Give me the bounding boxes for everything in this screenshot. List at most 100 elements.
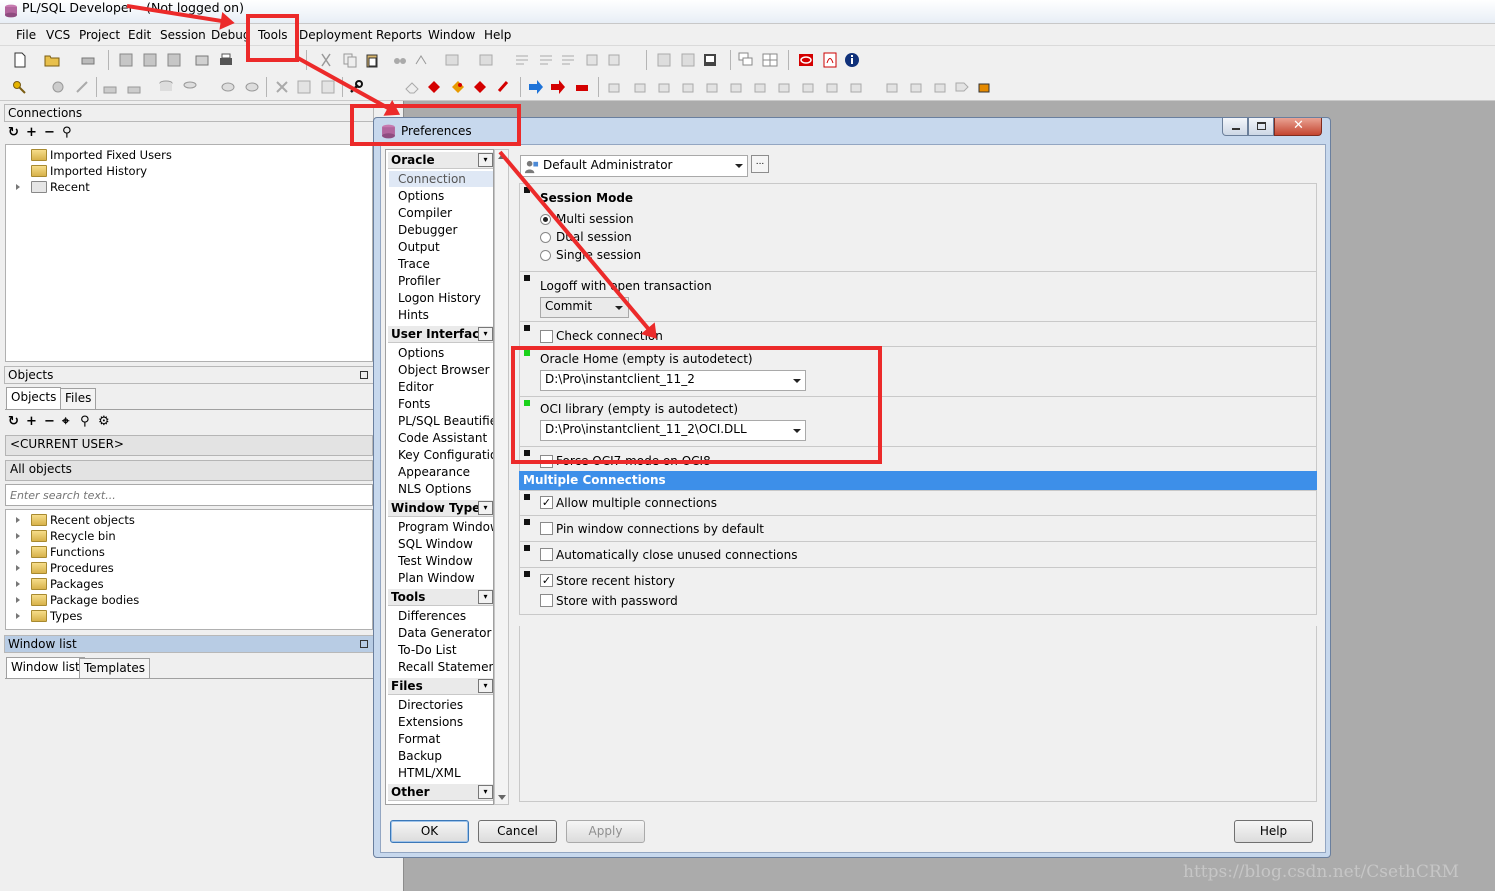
- object-search-input[interactable]: [5, 484, 373, 506]
- menu-help[interactable]: Help: [483, 27, 512, 43]
- step-over-icon[interactable]: [632, 79, 648, 95]
- category-compiler[interactable]: Compiler: [398, 205, 452, 221]
- refresh-icon[interactable]: ↻: [8, 415, 19, 429]
- category-directories[interactable]: Directories: [398, 697, 463, 713]
- category-list[interactable]: Oracle ▾ Connection Options Compiler Debu…: [385, 149, 494, 805]
- category-output[interactable]: Output: [398, 239, 440, 255]
- category-group-other[interactable]: Other ▾: [388, 784, 493, 801]
- call-stack-icon[interactable]: [800, 79, 816, 95]
- category-key-configuration[interactable]: Key Configuration: [398, 447, 493, 463]
- expand-icon[interactable]: [16, 613, 20, 619]
- watch-icon[interactable]: [752, 79, 768, 95]
- toggle-breakpoint-icon[interactable]: [728, 79, 744, 95]
- paste-icon[interactable]: [364, 52, 380, 68]
- find-icon[interactable]: [392, 52, 408, 68]
- store-history-checkbox[interactable]: ✓: [540, 574, 553, 587]
- tree-item-imported-fixed-users[interactable]: Imported Fixed Users: [6, 147, 346, 163]
- expand-icon[interactable]: [16, 581, 20, 587]
- tree-item-recent-objects[interactable]: Recent objects: [6, 512, 346, 528]
- scroll-down-icon[interactable]: [498, 795, 506, 800]
- console-icon[interactable]: [702, 52, 718, 68]
- compile-icon[interactable]: [50, 79, 66, 95]
- collapse-chevron-icon[interactable]: ▾: [478, 153, 493, 167]
- tree-item-functions[interactable]: Functions: [6, 544, 346, 560]
- uncomment-icon[interactable]: [538, 52, 554, 68]
- open-folder-icon[interactable]: [44, 52, 60, 68]
- category-group-tools[interactable]: Tools ▾: [388, 589, 493, 606]
- category-beautifier[interactable]: PL/SQL Beautifier: [398, 413, 493, 429]
- tab-window-list[interactable]: Window list: [6, 657, 85, 679]
- indent-icon[interactable]: [444, 52, 460, 68]
- info-icon[interactable]: [844, 52, 860, 68]
- new-icon[interactable]: [12, 52, 28, 68]
- disconnect-icon[interactable]: [680, 52, 696, 68]
- add-icon[interactable]: +: [26, 126, 37, 140]
- print-icon[interactable]: [80, 52, 96, 68]
- debug-next-icon[interactable]: [954, 79, 970, 95]
- report-icon[interactable]: [320, 79, 336, 95]
- printer-icon[interactable]: [218, 52, 234, 68]
- category-data-generator[interactable]: Data Generator: [398, 625, 491, 641]
- expand-icon[interactable]: [16, 517, 20, 523]
- save-icon[interactable]: [118, 52, 134, 68]
- debug-highlight-icon[interactable]: [976, 79, 992, 95]
- lowercase-icon[interactable]: [584, 52, 600, 68]
- close-button[interactable]: ✕: [1274, 118, 1322, 136]
- category-appearance[interactable]: Appearance: [398, 464, 470, 480]
- refresh-icon[interactable]: ↻: [8, 126, 19, 140]
- tree-item-types[interactable]: Types: [6, 608, 346, 624]
- category-group-oracle[interactable]: Oracle ▾: [388, 152, 493, 169]
- category-logon-history[interactable]: Logon History: [398, 290, 481, 306]
- cut-icon[interactable]: [318, 52, 334, 68]
- category-oracle-options[interactable]: Options: [398, 188, 444, 204]
- find-objects-icon[interactable]: ⌖: [62, 415, 69, 429]
- tree-item-package-bodies[interactable]: Package bodies: [6, 592, 346, 608]
- remove-icon[interactable]: −: [44, 126, 55, 140]
- category-trace[interactable]: Trace: [398, 256, 430, 272]
- radio-single-session[interactable]: [540, 250, 551, 261]
- debug-extra-icon[interactable]: [848, 79, 864, 95]
- category-profiler[interactable]: Profiler: [398, 273, 440, 289]
- brush-icon[interactable]: [74, 79, 90, 95]
- category-code-assistant[interactable]: Code Assistant: [398, 430, 487, 446]
- save-as-icon[interactable]: [142, 52, 158, 68]
- select-all-icon[interactable]: [606, 52, 622, 68]
- arrow-right-blue-icon[interactable]: [528, 79, 544, 95]
- tab-files[interactable]: Files: [60, 388, 97, 409]
- cascade-icon[interactable]: [738, 52, 754, 68]
- query-builder-icon[interactable]: [296, 79, 312, 95]
- tree-item-packages[interactable]: Packages: [6, 576, 346, 592]
- collapse-chevron-icon[interactable]: ▾: [478, 327, 493, 341]
- table-icon[interactable]: [220, 79, 236, 95]
- collapse-chevron-icon[interactable]: ▾: [478, 679, 493, 693]
- pdf-icon[interactable]: [822, 52, 838, 68]
- tree-item-recent[interactable]: Recent: [6, 179, 346, 195]
- category-group-files[interactable]: Files ▾: [388, 678, 493, 695]
- step-into-icon[interactable]: [606, 79, 622, 95]
- debug-log-icon[interactable]: [932, 79, 948, 95]
- category-extensions[interactable]: Extensions: [398, 714, 463, 730]
- variable-icon[interactable]: [776, 79, 792, 95]
- menu-reports[interactable]: Reports: [375, 27, 423, 43]
- menu-edit[interactable]: Edit: [127, 27, 152, 43]
- add-icon[interactable]: +: [26, 415, 37, 429]
- filter-edit-icon[interactable]: ⚙: [98, 415, 110, 429]
- category-scrollbar[interactable]: [494, 149, 509, 805]
- copy-icon[interactable]: [342, 52, 358, 68]
- tile-icon[interactable]: [762, 52, 778, 68]
- category-debugger[interactable]: Debugger: [398, 222, 457, 238]
- panel-restore-icon[interactable]: [360, 640, 368, 648]
- collapse-chevron-icon[interactable]: ▾: [478, 785, 493, 799]
- category-group-window-types[interactable]: Window Types ▾: [388, 500, 493, 517]
- expand-icon[interactable]: [16, 597, 20, 603]
- comment-icon[interactable]: [514, 52, 530, 68]
- expand-icon[interactable]: [16, 549, 20, 555]
- step-out-icon[interactable]: [656, 79, 672, 95]
- category-format[interactable]: Format: [398, 731, 440, 747]
- remove-icon[interactable]: −: [44, 415, 55, 429]
- category-hints[interactable]: Hints: [398, 307, 429, 323]
- oracle-icon[interactable]: [798, 52, 814, 68]
- stop-icon[interactable]: [496, 79, 512, 95]
- expand-icon[interactable]: [16, 565, 20, 571]
- eraser-icon[interactable]: [404, 79, 420, 95]
